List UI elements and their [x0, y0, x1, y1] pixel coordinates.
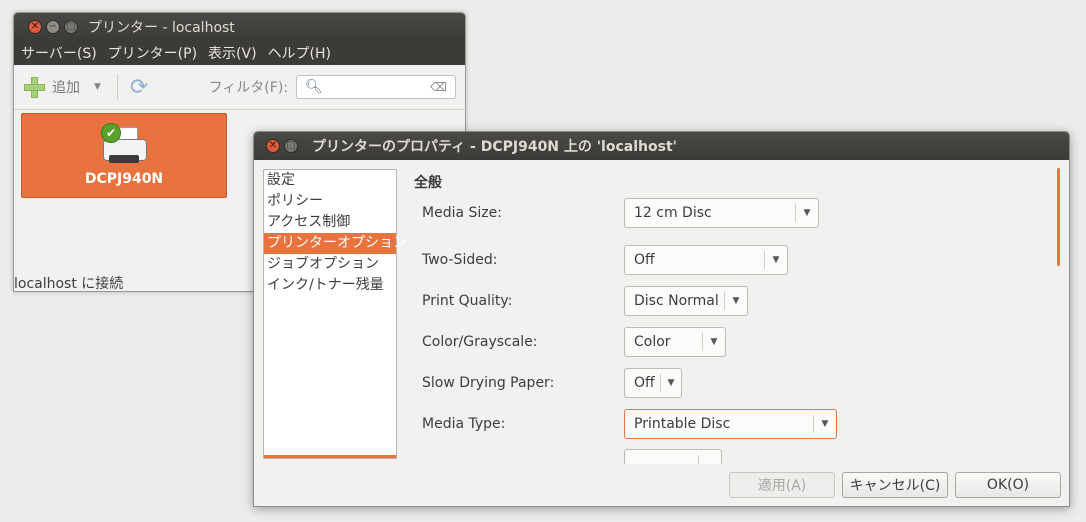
option-label: Media Size:	[422, 205, 502, 221]
printer-name: DCPJ940N	[84, 170, 164, 187]
sidebar-item-job-options[interactable]: ジョブオプション	[264, 254, 396, 275]
dialog-title: プリンターのプロパティ - DCPJ940N 上の 'localhost'	[312, 139, 677, 155]
refresh-icon[interactable]: ⟳	[130, 75, 148, 100]
sidebar-item-access-control[interactable]: アクセス制御	[264, 212, 396, 233]
dialog-titlebar: ✕ □ プリンターのプロパティ - DCPJ940N 上の 'localhost…	[254, 132, 1069, 160]
chevron-down-icon: ▼	[660, 374, 681, 392]
menu-printer[interactable]: プリンター(P)	[108, 43, 197, 63]
option-row-partial	[422, 449, 722, 464]
chevron-down-icon: ▼	[795, 204, 818, 222]
combo-value: Off	[634, 252, 655, 268]
option-label: Print Quality:	[422, 293, 513, 309]
option-row-media-size: Media Size: 12 cm Disc ▼	[422, 198, 819, 228]
toolbar-separator	[116, 74, 118, 100]
combo-value: Printable Disc	[634, 416, 731, 432]
two-sided-combo[interactable]: Off ▼	[624, 245, 788, 275]
sidebar-scroll-indicator	[264, 455, 396, 458]
printer-properties-dialog: ✕ □ プリンターのプロパティ - DCPJ940N 上の 'localhost…	[253, 131, 1070, 507]
combo-value: Color	[634, 334, 671, 350]
chevron-down-icon: ▼	[813, 415, 836, 433]
window-title: プリンター - localhost	[88, 19, 235, 36]
filter-label: フィルタ(F):	[208, 80, 288, 96]
sidebar-item-ink-toner[interactable]: インク/トナー残量	[264, 275, 396, 296]
chevron-down-icon[interactable]: ▼	[94, 82, 101, 92]
combo-value: 12 cm Disc	[634, 205, 712, 221]
sidebar-item-settings[interactable]: 設定	[264, 170, 396, 191]
ok-button[interactable]: OK(O)	[955, 472, 1061, 498]
chevron-down-icon: ▼	[724, 292, 747, 310]
filter-input[interactable]: 🔍︎ ⌫	[296, 75, 456, 99]
print-quality-combo[interactable]: Disc Normal ▼	[624, 286, 748, 316]
sidebar-item-policies[interactable]: ポリシー	[264, 191, 396, 212]
close-icon[interactable]: ✕	[266, 139, 280, 153]
cancel-button[interactable]: キャンセル(C)	[842, 472, 948, 498]
minimize-icon[interactable]: −	[46, 19, 60, 34]
plus-icon	[24, 77, 45, 98]
color-grayscale-combo[interactable]: Color ▼	[624, 327, 726, 357]
status-bar: localhost に接続	[14, 276, 124, 292]
option-row-media-type: Media Type: Printable Disc ▼	[422, 409, 837, 439]
toolbar: 追加 ▼ ⟳ フィルタ(F): 🔍︎ ⌫	[14, 65, 465, 110]
slow-drying-combo[interactable]: Off ▼	[624, 368, 682, 398]
combo-value: Off	[634, 375, 655, 391]
desktop: ✕ − □ プリンター - localhost サーバー(S) プリンター(P)…	[0, 0, 1086, 522]
add-button[interactable]: 追加 ▼	[24, 77, 101, 98]
clear-icon[interactable]: ⌫	[430, 80, 447, 94]
close-icon[interactable]: ✕	[28, 19, 42, 34]
sidebar-item-printer-options[interactable]: プリンターオプション	[264, 233, 407, 254]
search-icon: 🔍︎	[305, 79, 323, 95]
media-size-combo[interactable]: 12 cm Disc ▼	[624, 198, 819, 228]
apply-button[interactable]: 適用(A)	[729, 472, 835, 498]
printer-icon: ✔	[101, 122, 147, 165]
menubar: サーバー(S) プリンター(P) 表示(V) ヘルプ(H)	[14, 40, 465, 65]
option-label: Color/Grayscale:	[422, 334, 538, 350]
chevron-down-icon: ▼	[764, 251, 787, 269]
maximize-icon[interactable]: □	[284, 139, 298, 153]
option-row-color-grayscale: Color/Grayscale: Color ▼	[422, 327, 726, 357]
partial-combo[interactable]	[624, 449, 722, 464]
option-label: Slow Drying Paper:	[422, 375, 555, 391]
section-title: 全般	[414, 175, 442, 191]
chevron-down-icon	[698, 455, 721, 464]
option-label: Two-Sided:	[422, 252, 498, 268]
add-label: 追加	[52, 80, 80, 96]
options-panel: 全般 Media Size: 12 cm Disc ▼ Two-Sided: O…	[414, 172, 1054, 464]
sidebar: 設定 ポリシー アクセス制御 プリンターオプション ジョブオプション インク/ト…	[263, 169, 407, 459]
default-check-icon: ✔	[101, 122, 121, 143]
printer-item[interactable]: ✔ DCPJ940N	[21, 113, 227, 198]
option-label: Media Type:	[422, 416, 506, 432]
menu-server[interactable]: サーバー(S)	[21, 43, 97, 63]
option-row-two-sided: Two-Sided: Off ▼	[422, 245, 788, 275]
menu-help[interactable]: ヘルプ(H)	[268, 43, 331, 63]
printers-titlebar: ✕ − □ プリンター - localhost	[14, 13, 465, 40]
menu-view[interactable]: 表示(V)	[208, 43, 257, 63]
chevron-down-icon: ▼	[702, 333, 725, 351]
option-row-slow-drying-paper: Slow Drying Paper: Off ▼	[422, 368, 682, 398]
combo-value: Disc Normal	[634, 293, 719, 309]
maximize-icon[interactable]: □	[64, 19, 78, 34]
media-type-combo[interactable]: Printable Disc ▼	[624, 409, 837, 439]
dialog-footer: 適用(A) キャンセル(C) OK(O)	[254, 472, 1069, 502]
options-scrollbar[interactable]	[1057, 168, 1060, 266]
option-row-print-quality: Print Quality: Disc Normal ▼	[422, 286, 748, 316]
